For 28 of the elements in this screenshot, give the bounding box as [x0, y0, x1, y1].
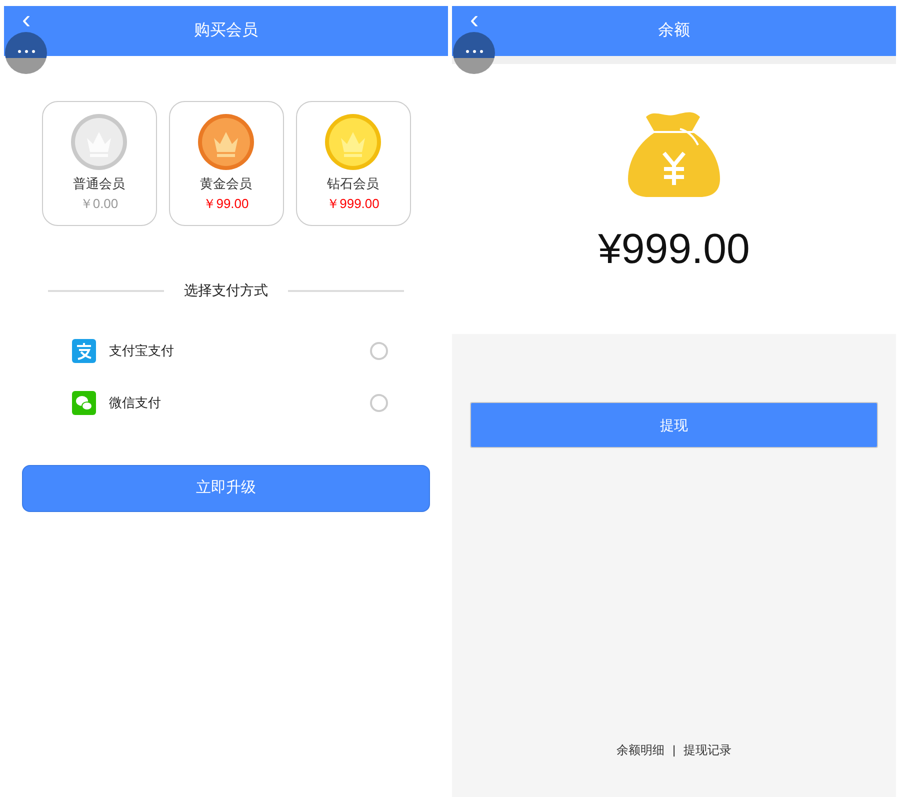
- page-title: 余额: [658, 20, 690, 41]
- tier-price: ￥99.00: [203, 194, 249, 212]
- membership-card[interactable]: 黄金会员 ￥99.00: [168, 101, 284, 226]
- crown-coin-icon: [325, 114, 381, 170]
- crown-coin-icon: [71, 114, 127, 170]
- radio-button[interactable]: [370, 394, 388, 412]
- money-bag-icon: [628, 109, 720, 197]
- alipay-icon: [72, 339, 96, 363]
- payment-label: 支付宝支付: [109, 342, 175, 360]
- text-link[interactable]: 余额明细: [616, 741, 664, 759]
- tier-price: ￥999.00: [326, 194, 380, 212]
- more-button[interactable]: [453, 32, 495, 74]
- section-title: 选择支付方式: [184, 281, 268, 300]
- wechat-icon: [72, 391, 96, 415]
- tier-name: 普通会员: [73, 175, 125, 193]
- tier-name: 钻石会员: [327, 175, 379, 193]
- tier-name: 黄金会员: [200, 175, 252, 193]
- more-button[interactable]: [5, 32, 47, 74]
- crown-coin-icon: [198, 114, 254, 170]
- page-title: 购买会员: [194, 21, 258, 41]
- payment-label: 微信支付: [109, 394, 162, 412]
- separator: |: [672, 742, 676, 759]
- membership-card[interactable]: 普通会员 ￥0.00: [42, 101, 156, 226]
- tier-price: ￥0.00: [80, 194, 118, 212]
- membership-card[interactable]: 钻石会员 ￥999.00: [296, 101, 410, 226]
- balance-amount: ¥999.00: [598, 224, 750, 274]
- text-link[interactable]: 提现记录: [684, 741, 732, 759]
- radio-button[interactable]: [370, 342, 388, 360]
